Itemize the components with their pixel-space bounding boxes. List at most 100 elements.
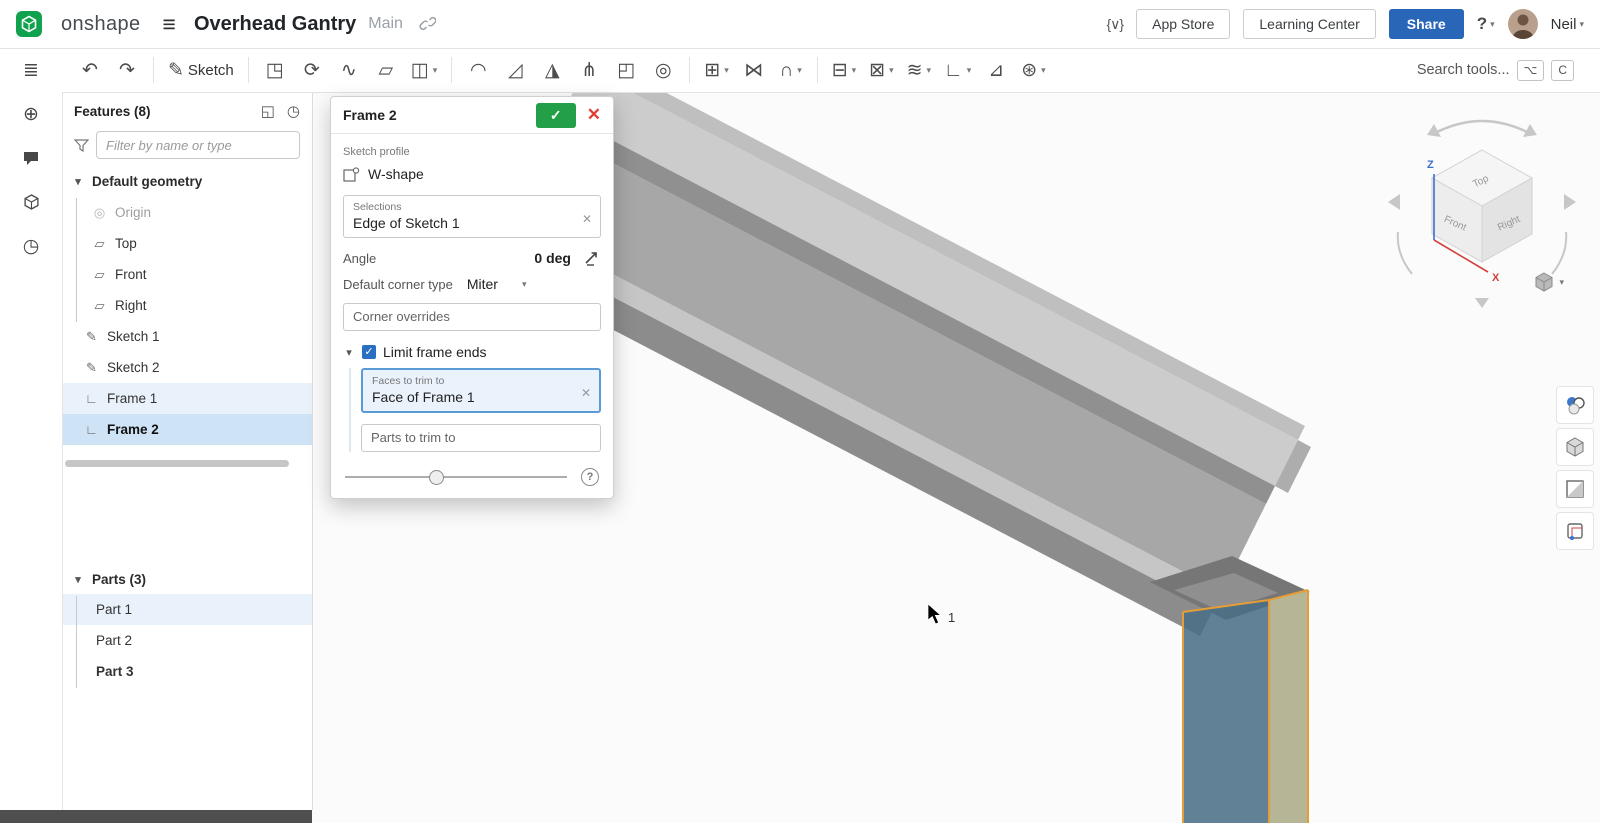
app-store-button[interactable]: App Store xyxy=(1136,9,1230,39)
corner-overrides-field[interactable]: Corner overrides xyxy=(343,303,601,331)
feature-item-top[interactable]: ▱Top xyxy=(62,228,312,259)
linear-pattern-button[interactable]: ⊞▾ xyxy=(700,54,732,86)
share-link-icon[interactable] xyxy=(419,16,436,33)
thicken-button[interactable]: ◫▾ xyxy=(407,54,441,86)
filter-input[interactable] xyxy=(96,131,300,159)
chevron-down-icon[interactable]: ▾ xyxy=(343,346,355,359)
remove-selection-icon[interactable]: ✕ xyxy=(582,212,592,226)
tree-guide-line xyxy=(76,596,77,688)
section-view-button[interactable] xyxy=(1556,470,1594,508)
custom-features-icon: ⊛ xyxy=(1021,61,1037,80)
extrude-button[interactable]: ◳ xyxy=(259,54,291,86)
sheet-metal-button[interactable]: ⊿ xyxy=(980,54,1012,86)
render-mode-button[interactable] xyxy=(1556,428,1594,466)
featurescript-icon[interactable]: {∨} xyxy=(1107,16,1124,33)
faces-to-trim-box[interactable]: Faces to trim to Face of Frame 1 ✕ xyxy=(361,368,601,413)
dialog-header[interactable]: Frame 2 ✓ ✕ xyxy=(331,97,613,134)
angle-value[interactable]: 0 deg xyxy=(534,250,583,266)
user-menu-button[interactable]: Neil ▾ xyxy=(1551,16,1584,33)
rollback-history-button[interactable]: ◷ xyxy=(287,102,300,120)
x-axis-label: X xyxy=(1492,272,1500,284)
rib-button[interactable]: ⋔ xyxy=(573,54,605,86)
sketch-icon: ✎ xyxy=(168,61,184,80)
column-side-face[interactable] xyxy=(1269,590,1308,823)
mirror-button[interactable]: ⋈ xyxy=(738,54,770,86)
feature-toolbar: ↶↷ ✎Sketch ◳⟳∿▱◫▾ ◠◿◮⋔◰◎ ⊞▾⋈∩▾ ⊟▾⊠▾≋▾∟▾⊿⊛▾ Se… xyxy=(62,48,1600,93)
feature-item-frame-1[interactable]: ∟Frame 1 xyxy=(62,383,312,414)
share-button[interactable]: Share xyxy=(1389,9,1464,39)
part-item-part-2[interactable]: Part 2 xyxy=(62,625,312,656)
transform-button[interactable]: ⊠▾ xyxy=(865,54,897,86)
named-views-button[interactable] xyxy=(1556,512,1594,550)
frame-button[interactable]: ∟▾ xyxy=(940,54,975,86)
feature-item-frame-2[interactable]: ∟Frame 2 xyxy=(62,414,312,445)
help-icon[interactable]: ? xyxy=(581,468,599,486)
feature-item-origin[interactable]: ◎Origin xyxy=(62,197,312,228)
remove-face-icon[interactable]: ✕ xyxy=(581,386,591,400)
pan-down-arrow-icon[interactable] xyxy=(1475,298,1489,308)
redo-button[interactable]: ↷ xyxy=(111,54,143,86)
tree-guide-line xyxy=(76,198,77,322)
draft-button[interactable]: ◮ xyxy=(536,54,568,86)
workspace-name[interactable]: Main xyxy=(368,15,403,33)
angle-row: Angle 0 deg xyxy=(343,250,601,266)
user-avatar[interactable] xyxy=(1508,9,1538,39)
rollback-slider[interactable] xyxy=(345,470,567,484)
cancel-button[interactable]: ✕ xyxy=(585,105,603,125)
revolve-button[interactable]: ⟳ xyxy=(296,54,328,86)
sweep-button[interactable]: ∿ xyxy=(333,54,365,86)
loft-button[interactable]: ▱ xyxy=(370,54,402,86)
chamfer-button[interactable]: ◿ xyxy=(499,54,531,86)
feature-item-default-geometry[interactable]: ▾Default geometry xyxy=(62,166,312,197)
sketch-button[interactable]: ✎Sketch xyxy=(164,54,238,86)
feature-item-front[interactable]: ▱Front xyxy=(62,259,312,290)
help-menu-button[interactable]: ? ▾ xyxy=(1477,14,1495,34)
undo-button[interactable]: ↶ xyxy=(74,54,106,86)
chevron-down-icon[interactable]: ▾ xyxy=(72,175,84,188)
onshape-logo-icon[interactable] xyxy=(16,11,42,37)
sketch-icon: ✎ xyxy=(84,330,99,343)
view-orientation-menu-button[interactable]: ▾ xyxy=(1527,270,1570,294)
part-studio-button[interactable] xyxy=(16,192,47,212)
parts-to-trim-field[interactable]: Parts to trim to xyxy=(361,424,601,452)
boolean-button[interactable]: ∩▾ xyxy=(775,54,807,86)
learning-center-button[interactable]: Learning Center xyxy=(1243,9,1375,39)
pan-right-arrow-icon[interactable] xyxy=(1564,194,1576,210)
feature-item-right[interactable]: ▱Right xyxy=(62,290,312,321)
rotate-arc-icon[interactable] xyxy=(1552,232,1566,274)
column-front-face[interactable] xyxy=(1183,600,1269,823)
chevron-down-icon[interactable]: ▾ xyxy=(72,573,84,586)
split-icon: ⊟ xyxy=(832,61,848,80)
selections-box[interactable]: Selections Edge of Sketch 1 ✕ xyxy=(343,195,601,238)
flip-angle-icon[interactable] xyxy=(583,250,601,266)
profile-row[interactable]: W-shape xyxy=(343,161,601,187)
custom-features-button[interactable]: ⊛▾ xyxy=(1017,54,1049,86)
pointer-cursor: 1 xyxy=(928,604,955,625)
fillet-button[interactable]: ◠ xyxy=(462,54,494,86)
insert-feature-button[interactable]: ◱ xyxy=(261,102,275,120)
display-states-button[interactable] xyxy=(1556,386,1594,424)
hamburger-menu-icon[interactable]: ≡ xyxy=(163,13,176,36)
feature-list-button[interactable]: ≣ xyxy=(17,60,45,80)
slider-knob[interactable] xyxy=(429,470,444,485)
split-button[interactable]: ⊟▾ xyxy=(828,54,860,86)
part-item-part-1[interactable]: Part 1 xyxy=(62,594,312,625)
feature-item-sketch-1[interactable]: ✎Sketch 1 xyxy=(62,321,312,352)
limit-frame-ends-checkbox[interactable]: ✓ xyxy=(362,345,376,359)
hole-button[interactable]: ◎ xyxy=(647,54,679,86)
corner-type-dropdown[interactable]: Miter ▾ xyxy=(467,276,527,292)
pan-left-arrow-icon[interactable] xyxy=(1388,194,1400,210)
history-button[interactable]: ◷ xyxy=(17,236,46,256)
accept-button[interactable]: ✓ xyxy=(536,103,576,128)
offset-surface-button[interactable]: ≋▾ xyxy=(903,54,935,86)
horizontal-scrollbar[interactable] xyxy=(65,460,289,467)
bottom-tab-bar[interactable] xyxy=(0,810,312,823)
shell-button[interactable]: ◰ xyxy=(610,54,642,86)
comments-button[interactable] xyxy=(16,148,46,168)
rotate-arc-icon[interactable] xyxy=(1437,121,1527,132)
mate-connector-button[interactable]: ⊕ xyxy=(17,104,45,124)
feature-item-sketch-2[interactable]: ✎Sketch 2 xyxy=(62,352,312,383)
rotate-arc-icon[interactable] xyxy=(1398,232,1412,274)
part-item-part-3[interactable]: Part 3 xyxy=(62,656,312,687)
search-tools-input[interactable]: Search tools... ⌥ C xyxy=(1417,60,1588,81)
